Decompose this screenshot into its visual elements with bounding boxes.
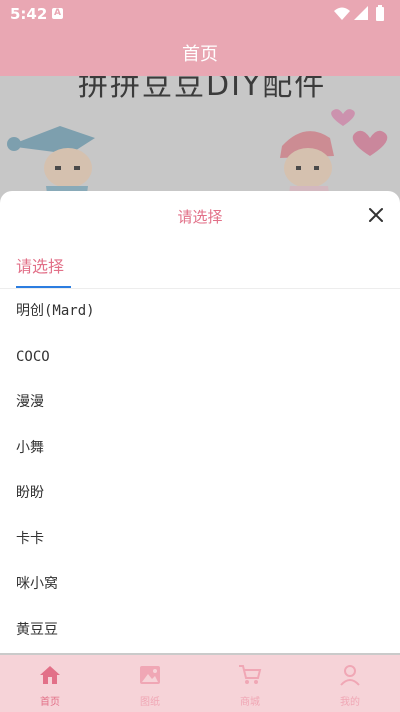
- home-icon: [40, 666, 60, 684]
- signal-icon: [354, 6, 368, 20]
- system-status-icons: [334, 5, 384, 21]
- option-item[interactable]: 漫漫: [0, 380, 400, 426]
- nav-label-drawings: 图纸: [140, 697, 160, 708]
- status-bar: 5:42 A: [0, 0, 400, 28]
- option-item[interactable]: 卡卡: [0, 517, 400, 563]
- option-item[interactable]: 小舞: [0, 426, 400, 472]
- status-time: 5:42: [10, 5, 48, 23]
- nav-item-home[interactable]: 首页: [0, 655, 100, 712]
- cart-icon: [239, 665, 262, 684]
- battery-icon: [376, 7, 384, 21]
- option-item[interactable]: 盼盼: [0, 471, 400, 517]
- sheet-title: 请选择: [177, 208, 223, 226]
- tab-select[interactable]: 请选择: [16, 253, 64, 277]
- image-icon: [140, 666, 160, 684]
- nav-label-shop: 商城: [240, 697, 260, 708]
- option-item[interactable]: COCO: [0, 335, 400, 381]
- app-header: 首页: [0, 28, 400, 76]
- close-icon[interactable]: [366, 205, 386, 225]
- option-item[interactable]: 黄豆豆: [0, 608, 400, 654]
- notification-icon: A: [52, 8, 63, 19]
- option-list: 明创(Mard) COCO 漫漫 小舞 盼盼 卡卡 咪小窝 黄豆豆: [0, 289, 400, 653]
- select-sheet: 请选择 请选择 明创(Mard) COCO 漫漫 小舞 盼盼 卡卡 咪小窝 黄豆…: [0, 191, 400, 653]
- user-icon: [340, 665, 360, 686]
- nav-item-drawings[interactable]: 图纸: [100, 655, 200, 712]
- nav-item-shop[interactable]: 商城: [200, 655, 300, 712]
- bottom-nav: 首页 图纸 商城 我的: [0, 655, 400, 712]
- option-item[interactable]: 明创(Mard): [0, 289, 400, 335]
- option-item[interactable]: 咪小窝: [0, 562, 400, 608]
- nav-item-mine[interactable]: 我的: [300, 655, 400, 712]
- page-title: 首页: [182, 44, 218, 65]
- nav-label-mine: 我的: [340, 697, 360, 708]
- nav-label-home: 首页: [40, 697, 60, 708]
- wifi-icon: [334, 7, 350, 20]
